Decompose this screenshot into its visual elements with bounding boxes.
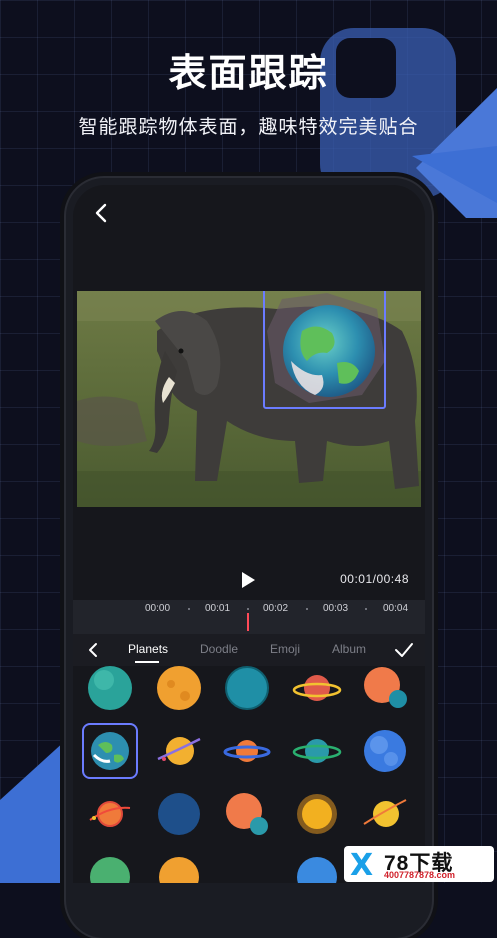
sticker-ringed-yellow-planet[interactable]: [151, 723, 207, 779]
promo-headline: 表面跟踪: [168, 53, 329, 95]
panel-back-button[interactable]: [83, 640, 103, 660]
back-button[interactable]: [87, 199, 115, 227]
sticker-dark-blue-planet[interactable]: [151, 786, 207, 842]
sticker-blue-planet[interactable]: [219, 660, 275, 716]
sun-icon: [297, 794, 337, 834]
sticker-earth[interactable]: [82, 723, 138, 779]
sticker-ringed-red-planet[interactable]: [289, 660, 345, 716]
ringed-gold-planet-icon: [363, 799, 407, 827]
ringed-teal-planet-icon: [292, 739, 342, 763]
confirm-button[interactable]: [393, 640, 415, 660]
sticker-ringed-gold-planet[interactable]: [357, 786, 413, 842]
ringed-red-planet-icon: [292, 675, 342, 701]
earth-icon: [91, 732, 129, 770]
elephant-scene: [77, 291, 421, 507]
tab-emoji[interactable]: Emoji: [270, 642, 300, 656]
tick-label: 00:04: [383, 603, 409, 614]
tab-album[interactable]: Album: [332, 642, 366, 656]
blue-planet-icon: [225, 666, 269, 710]
ringed-orange-planet-icon: [223, 740, 271, 762]
chevron-left-icon: [95, 203, 107, 223]
sticker-red-orbit-planet[interactable]: [82, 786, 138, 842]
sticker-ringed-orange-planet[interactable]: [219, 723, 275, 779]
green-planet-icon: [90, 857, 130, 883]
teal-planet-icon: [88, 666, 132, 710]
sticker-orange-planet[interactable]: [151, 660, 207, 716]
orange-planet-icon: [159, 857, 199, 883]
orange-teal-moon-planet-icon: [226, 793, 268, 835]
orange-moon-planet-icon: [364, 667, 407, 708]
timecode: 00:01/00:48: [340, 572, 409, 586]
tab-doodle[interactable]: Doodle: [200, 642, 238, 656]
sticker-blue-cloudy-planet[interactable]: [357, 723, 413, 779]
video-preview[interactable]: [77, 291, 421, 507]
play-icon: [242, 572, 255, 588]
editor-screen: 00:01/00:48 00:00 00:01 00:02 00:03 00:0…: [73, 185, 425, 883]
promo-subline: 智能跟踪物体表面，趣味特效完美贴合: [78, 117, 419, 138]
dark-blue-planet-icon: [158, 793, 200, 835]
tick-label: 00:00: [145, 603, 171, 614]
tick-dot: [306, 608, 308, 610]
blue-cloudy-planet-icon: [364, 730, 406, 772]
tick-label: 00:02: [263, 603, 289, 614]
red-orbit-planet-icon: [89, 801, 131, 827]
sticker-partial-blue-planet[interactable]: [289, 849, 345, 883]
watermark-logo-mark: X: [350, 848, 374, 883]
tick-dot: [365, 608, 367, 610]
playhead[interactable]: [247, 613, 249, 631]
tick-dot: [247, 608, 249, 610]
blue-planet-icon: [297, 857, 337, 883]
checkmark-icon: [395, 643, 413, 657]
sticker-partial-green-planet[interactable]: [82, 849, 138, 883]
site-watermark: X 78下载 4007787878.com: [344, 846, 494, 883]
tick-label: 00:01: [205, 603, 231, 614]
sticker-ringed-teal-planet[interactable]: [289, 723, 345, 779]
playback-controls: 00:01/00:48: [73, 565, 425, 595]
orange-planet-icon: [157, 666, 201, 710]
ringed-yellow-planet-icon: [157, 737, 201, 765]
tick-label: 00:03: [323, 603, 349, 614]
sticker-orange-teal-moon-planet[interactable]: [219, 786, 275, 842]
deco-blue-shape-bottom-left: [0, 740, 66, 883]
sticker-teal-planet[interactable]: [82, 660, 138, 716]
watermark-url: 4007787878.com: [384, 870, 456, 880]
play-button[interactable]: [237, 569, 259, 591]
timeline-scrubber[interactable]: 00:00 00:01 00:02 00:03 00:04: [73, 600, 425, 634]
tab-planets[interactable]: Planets: [128, 642, 168, 656]
tick-dot: [188, 608, 190, 610]
sticker-sun[interactable]: [289, 786, 345, 842]
sticker-orange-moon-planet[interactable]: [357, 660, 413, 716]
sticker-partial-orange-planet[interactable]: [151, 849, 207, 883]
chevron-left-icon: [89, 643, 97, 657]
